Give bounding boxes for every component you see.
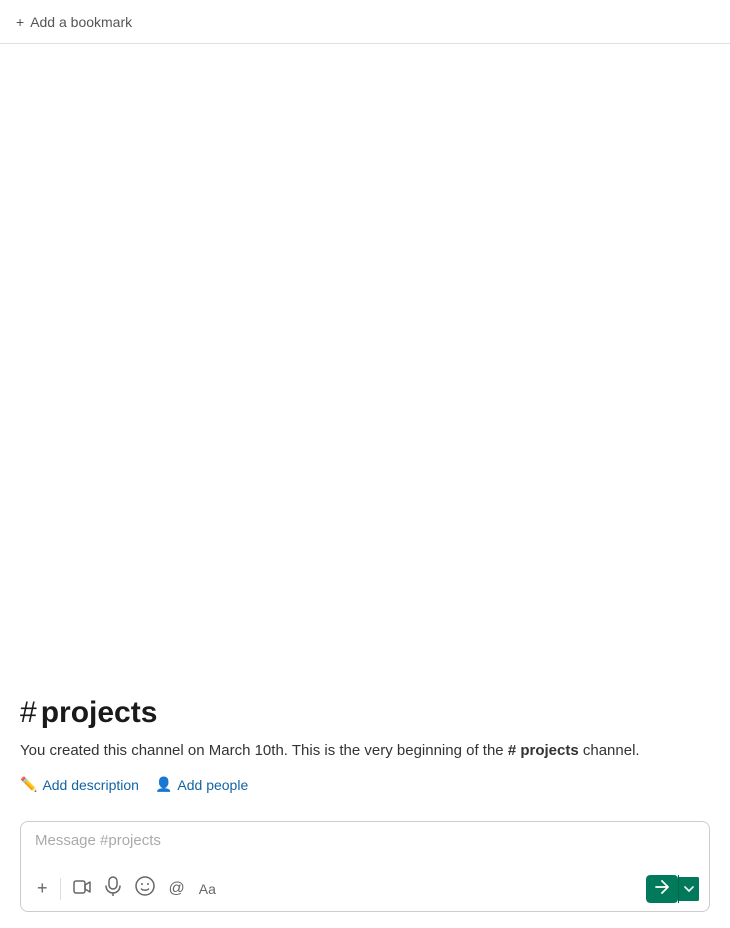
add-attachment-button[interactable]: + bbox=[31, 874, 54, 903]
add-description-button[interactable]: ✏️ Add description bbox=[20, 776, 139, 793]
emoji-button[interactable] bbox=[129, 872, 161, 905]
message-input-area bbox=[21, 822, 709, 866]
channel-title: # projects bbox=[20, 696, 710, 730]
mic-icon bbox=[105, 876, 121, 901]
add-people-button[interactable]: 👤 Add people bbox=[155, 776, 248, 793]
person-add-icon: 👤 bbox=[155, 776, 172, 793]
send-button[interactable] bbox=[646, 875, 678, 903]
message-toolbar: + bbox=[21, 866, 709, 911]
empty-space bbox=[20, 44, 710, 696]
creation-text-part1: You created this channel on March 10th. … bbox=[20, 742, 508, 759]
channel-heading-section: # projects You created this channel on M… bbox=[20, 696, 710, 806]
send-group bbox=[646, 875, 699, 903]
add-people-label: Add people bbox=[177, 777, 248, 793]
add-description-label: Add description bbox=[42, 777, 139, 793]
format-icon: Aa bbox=[199, 881, 216, 897]
creation-text-part2: channel. bbox=[579, 742, 640, 759]
at-icon: @ bbox=[169, 880, 185, 898]
format-button[interactable]: Aa bbox=[193, 877, 222, 901]
toolbar-separator-1 bbox=[60, 878, 61, 900]
send-icon bbox=[655, 880, 669, 898]
video-button[interactable] bbox=[67, 874, 97, 903]
add-bookmark-label[interactable]: Add a bookmark bbox=[30, 14, 132, 30]
creation-text-bold: # projects bbox=[508, 742, 579, 759]
emoji-icon bbox=[135, 876, 155, 901]
message-input[interactable] bbox=[35, 832, 695, 849]
message-input-container: + bbox=[20, 821, 710, 912]
channel-actions: ✏️ Add description 👤 Add people bbox=[20, 776, 710, 793]
mic-button[interactable] bbox=[99, 872, 127, 905]
mention-button[interactable]: @ bbox=[163, 876, 191, 902]
video-icon bbox=[73, 878, 91, 899]
send-more-button[interactable] bbox=[679, 877, 699, 901]
add-bookmark-icon: + bbox=[16, 14, 24, 30]
channel-name: projects bbox=[41, 696, 158, 730]
main-content: # projects You created this channel on M… bbox=[0, 44, 730, 928]
pencil-icon: ✏️ bbox=[20, 776, 37, 793]
channel-creation-text: You created this channel on March 10th. … bbox=[20, 740, 710, 763]
chevron-down-icon bbox=[684, 882, 694, 896]
channel-hash: # bbox=[20, 696, 37, 730]
plus-icon: + bbox=[37, 878, 48, 899]
bookmark-bar: + Add a bookmark bbox=[0, 0, 730, 44]
